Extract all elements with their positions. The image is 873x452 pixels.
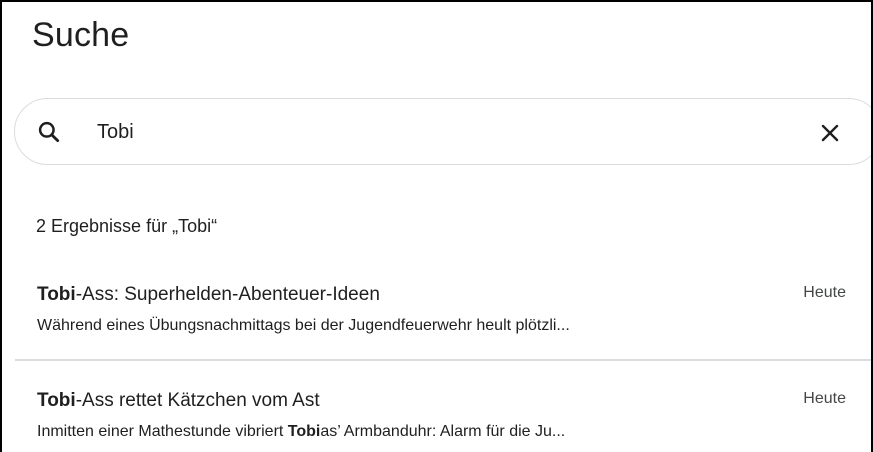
result-snippet-match: Tobi [287, 423, 321, 440]
result-snippet: Während eines Übungsnachmittags bei der … [37, 317, 570, 335]
search-icon[interactable] [36, 119, 62, 145]
result-snippet-text-after: as’ Armbanduhr: Alarm für die Ju... [320, 423, 566, 440]
search-panel: Suche 2 Ergebnisse für „Tobi“ Tobi-Ass: … [0, 0, 873, 452]
result-title-rest: -Ass: Superhelden-Abenteuer-Ideen [75, 284, 380, 305]
result-title-match: Tobi [37, 284, 76, 305]
result-divider [15, 359, 871, 361]
result-title[interactable]: Tobi-Ass rettet Kätzchen vom Ast [37, 390, 320, 412]
page-title: Suche [32, 16, 130, 54]
result-title-rest: -Ass rettet Kätzchen vom Ast [75, 390, 320, 411]
result-date: Heute [803, 390, 846, 407]
result-title-match: Tobi [37, 390, 76, 411]
result-item[interactable]: Tobi-Ass: Superhelden-Abenteuer-Ideen He… [2, 284, 871, 359]
search-input[interactable] [97, 117, 797, 147]
close-icon [821, 124, 839, 142]
result-title[interactable]: Tobi-Ass: Superhelden-Abenteuer-Ideen [37, 284, 380, 306]
result-item[interactable]: Tobi-Ass rettet Kätzchen vom Ast Heute I… [2, 390, 871, 452]
result-snippet: Inmitten einer Mathestunde vibriert Tobi… [37, 423, 565, 441]
results-count: 2 Ergebnisse für „Tobi“ [36, 216, 218, 236]
search-bar[interactable] [14, 98, 871, 165]
result-date: Heute [803, 284, 846, 301]
result-snippet-text: Inmitten einer Mathestunde vibriert [37, 423, 288, 440]
clear-search-button[interactable] [817, 120, 843, 146]
result-snippet-text: Während eines Übungsnachmittags bei der … [37, 317, 570, 334]
